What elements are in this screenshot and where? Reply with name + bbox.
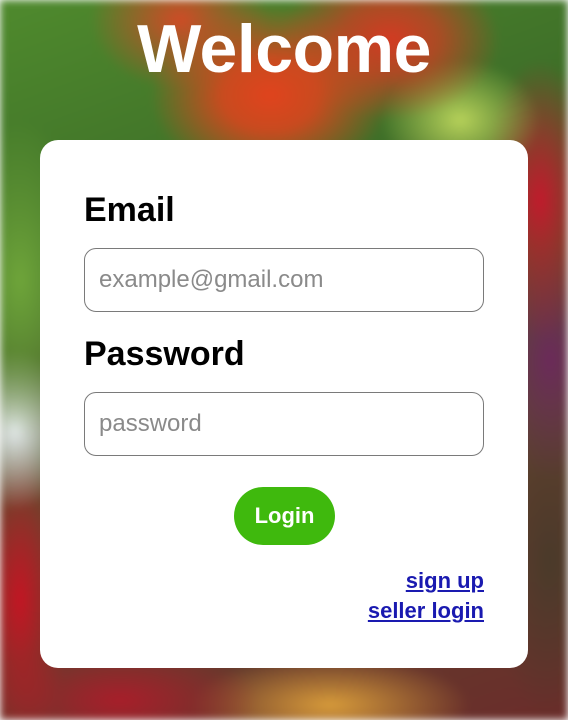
email-field[interactable] — [84, 248, 484, 312]
email-label: Email — [84, 191, 175, 229]
page-title: Welcome — [137, 11, 431, 87]
login-card: Email Password Login sign up seller logi… — [40, 140, 528, 668]
password-field[interactable] — [84, 392, 484, 456]
password-label: Password — [84, 335, 245, 373]
login-button[interactable]: Login — [234, 487, 335, 545]
seller-login-link[interactable]: seller login — [368, 596, 484, 626]
auth-links: sign up seller login — [368, 566, 484, 626]
sign-up-link[interactable]: sign up — [368, 566, 484, 596]
